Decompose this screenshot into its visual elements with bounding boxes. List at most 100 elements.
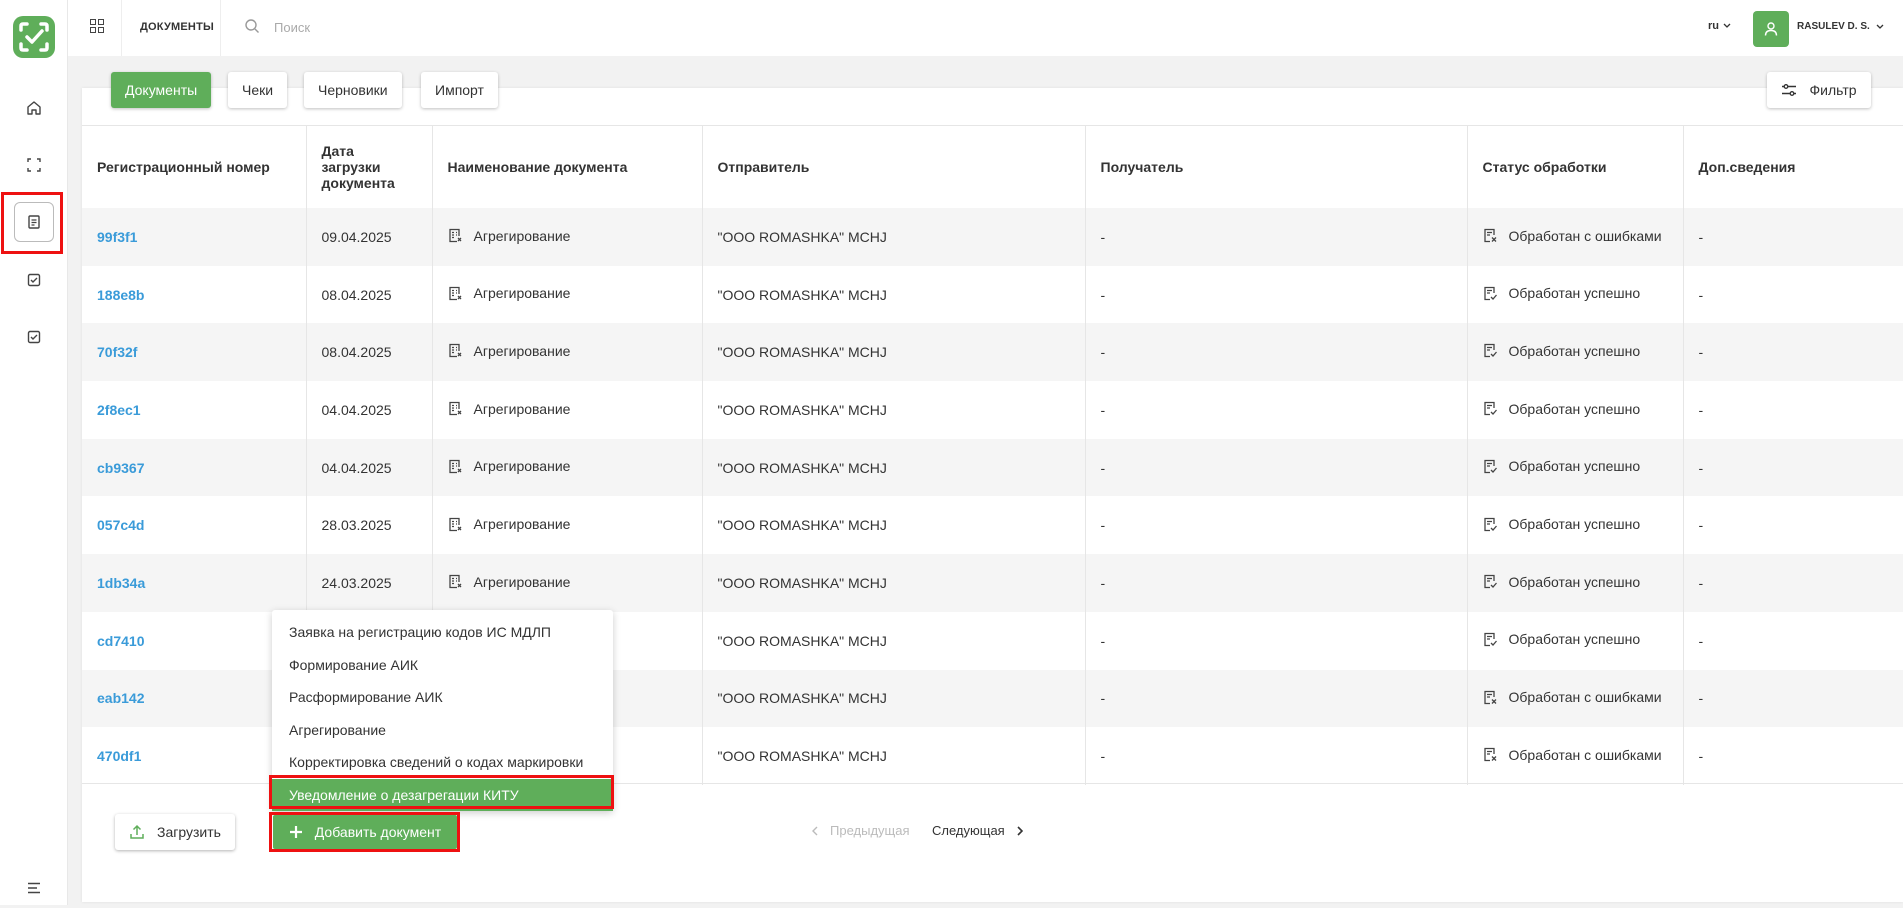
checklist-icon[interactable]	[14, 317, 54, 357]
receiver: -	[1085, 554, 1468, 612]
status-text: Обработан успешно	[1508, 342, 1641, 359]
reg-number-link[interactable]: 1db34a	[82, 554, 307, 612]
receiver: -	[1085, 381, 1468, 439]
column-header[interactable]: Доп.сведения	[1683, 126, 1903, 208]
upload-date: 04.04.2025	[306, 381, 433, 439]
table-row[interactable]: 99f3f1 09.04.2025 Агрегирование "ООО ROMASH…	[82, 208, 1903, 266]
document-name: Агрегирование	[473, 227, 571, 244]
status-text: Обработан с ошибками	[1508, 689, 1662, 706]
status-cell: Обработан с ошибками	[1467, 669, 1684, 728]
menu-item-correction[interactable]: Корректировка сведений о кодах маркировк…	[272, 746, 613, 779]
table-row[interactable]: 057c4d 28.03.2025 Агрегирование "ООО ROMASH…	[82, 496, 1903, 555]
status-error-icon	[1483, 748, 1496, 762]
sidebar	[0, 0, 68, 905]
menu-item-aggregation[interactable]: Агрегирование	[272, 714, 613, 747]
next-page-button[interactable]: Следующая	[932, 823, 1023, 838]
scan-icon[interactable]	[14, 145, 54, 185]
column-header[interactable]: Наименование документа	[432, 126, 703, 208]
username-label: RASULEV D. S.	[1797, 21, 1870, 32]
document-name-cell: Агрегирование	[432, 496, 703, 555]
reg-number-link[interactable]: 70f32f	[82, 323, 307, 382]
extra-info: -	[1683, 208, 1903, 266]
reg-number-link[interactable]: 188e8b	[82, 265, 307, 324]
language-label: ru	[1708, 20, 1719, 32]
status-text: Обработан успешно	[1508, 516, 1641, 533]
search-icon	[244, 18, 260, 39]
highlight-box	[269, 812, 460, 852]
menu-item-form-aik[interactable]: Формирование АИК	[272, 649, 613, 682]
prev-page-button[interactable]: Предыдущая	[812, 823, 910, 838]
column-header[interactable]: Статус обработки	[1467, 126, 1684, 208]
menu-icon[interactable]	[14, 868, 54, 908]
language-selector[interactable]: ru	[1708, 20, 1731, 32]
reg-number-link[interactable]: 057c4d	[82, 496, 307, 555]
status-cell: Обработан успешно	[1467, 554, 1684, 612]
status-text: Обработан успешно	[1508, 631, 1641, 648]
chevron-down-icon	[1876, 24, 1884, 29]
table-row[interactable]: 70f32f 08.04.2025 Агрегирование "ООО ROMASH…	[82, 323, 1903, 382]
filter-sliders-icon	[1782, 84, 1797, 96]
status-cell: Обработан успешно	[1467, 381, 1684, 439]
column-header[interactable]: Регистрационный номер	[82, 126, 307, 208]
home-icon[interactable]	[14, 88, 54, 128]
document-name: Агрегирование	[473, 400, 571, 417]
menu-item-registration[interactable]: Заявка на регистрацию кодов ИС МДЛП	[272, 616, 613, 649]
filter-label: Фильтр	[1809, 82, 1857, 98]
extra-info: -	[1683, 669, 1903, 728]
user-menu[interactable]: RASULEV D. S.	[1797, 21, 1884, 32]
extra-info: -	[1698, 286, 1704, 303]
receiver: -	[1085, 265, 1468, 324]
aggregation-doc-icon	[448, 517, 461, 531]
document-name-cell: Агрегирование	[432, 208, 703, 266]
upload-date: 28.03.2025	[306, 496, 433, 555]
status-cell: Обработан успешно	[1467, 496, 1684, 555]
column-header[interactable]: Дата загрузки документа	[306, 126, 433, 208]
column-header[interactable]: Получатель	[1085, 126, 1468, 208]
tab-import[interactable]: Импорт	[421, 72, 498, 108]
avatar[interactable]	[1753, 11, 1789, 47]
reg-number-link[interactable]: 2f8ec1	[82, 381, 307, 439]
status-success-icon	[1483, 402, 1497, 416]
top-bar: ДОКУМЕНТЫ ru RASULEV D. S.	[68, 0, 1903, 56]
sender: "ООО ROMASHKA" MCHJ	[702, 208, 1086, 266]
reg-number-link[interactable]: 99f3f1	[82, 208, 307, 266]
receiver: -	[1085, 727, 1468, 785]
table-row[interactable]: 1db34a 24.03.2025 Агрегирование "ООО ROMASH…	[82, 554, 1903, 612]
search-input[interactable]	[274, 14, 674, 40]
upload-date: 08.04.2025	[306, 265, 433, 324]
status-success-icon	[1483, 286, 1497, 300]
apps-grid-icon[interactable]	[90, 19, 104, 38]
tab-receipts[interactable]: Чеки	[228, 72, 288, 108]
checklist-icon[interactable]	[14, 260, 54, 300]
sender: "ООО ROMASHKA" MCHJ	[702, 727, 1086, 785]
status-cell: Обработан успешно	[1467, 438, 1684, 497]
filter-button[interactable]: Фильтр	[1767, 72, 1871, 108]
logo[interactable]	[13, 16, 55, 58]
document-name-cell: Агрегирование	[432, 381, 703, 439]
aggregation-doc-icon	[448, 228, 461, 243]
highlight-box	[1, 192, 63, 254]
tab-documents[interactable]: Документы	[111, 72, 212, 108]
upload-button[interactable]: Загрузить	[115, 814, 235, 850]
document-name-cell: Агрегирование	[432, 265, 703, 324]
reg-number-link[interactable]: cb9367	[82, 438, 307, 497]
receiver: -	[1085, 438, 1468, 497]
status-text: Обработан успешно	[1508, 285, 1641, 302]
extra-info: -	[1683, 438, 1903, 497]
extra-info: -	[1698, 517, 1704, 534]
status-success-icon	[1483, 575, 1497, 589]
receiver: -	[1085, 208, 1468, 266]
column-header[interactable]: Отправитель	[702, 126, 1086, 208]
upload-date: 09.04.2025	[306, 208, 433, 266]
table-row[interactable]: 188e8b 08.04.2025 Агрегирование "ООО ROMASH…	[82, 265, 1903, 324]
aggregation-doc-icon	[448, 286, 461, 300]
table-row[interactable]: 2f8ec1 04.04.2025 Агрегирование "ООО ROMASH…	[82, 381, 1903, 439]
table-row[interactable]: cb9367 04.04.2025 Агрегирование "ООО ROMASH…	[82, 438, 1903, 497]
status-cell: Обработан успешно	[1467, 265, 1684, 324]
status-cell: Обработан успешно	[1467, 323, 1684, 382]
sender: "ООО ROMASHKA" MCHJ	[702, 265, 1086, 324]
sender: "ООО ROMASHKA" MCHJ	[702, 381, 1086, 439]
menu-item-disband-aik[interactable]: Расформирование АИК	[272, 681, 613, 714]
tab-drafts[interactable]: Черновики	[304, 72, 402, 108]
upload-label: Загрузить	[157, 824, 221, 840]
